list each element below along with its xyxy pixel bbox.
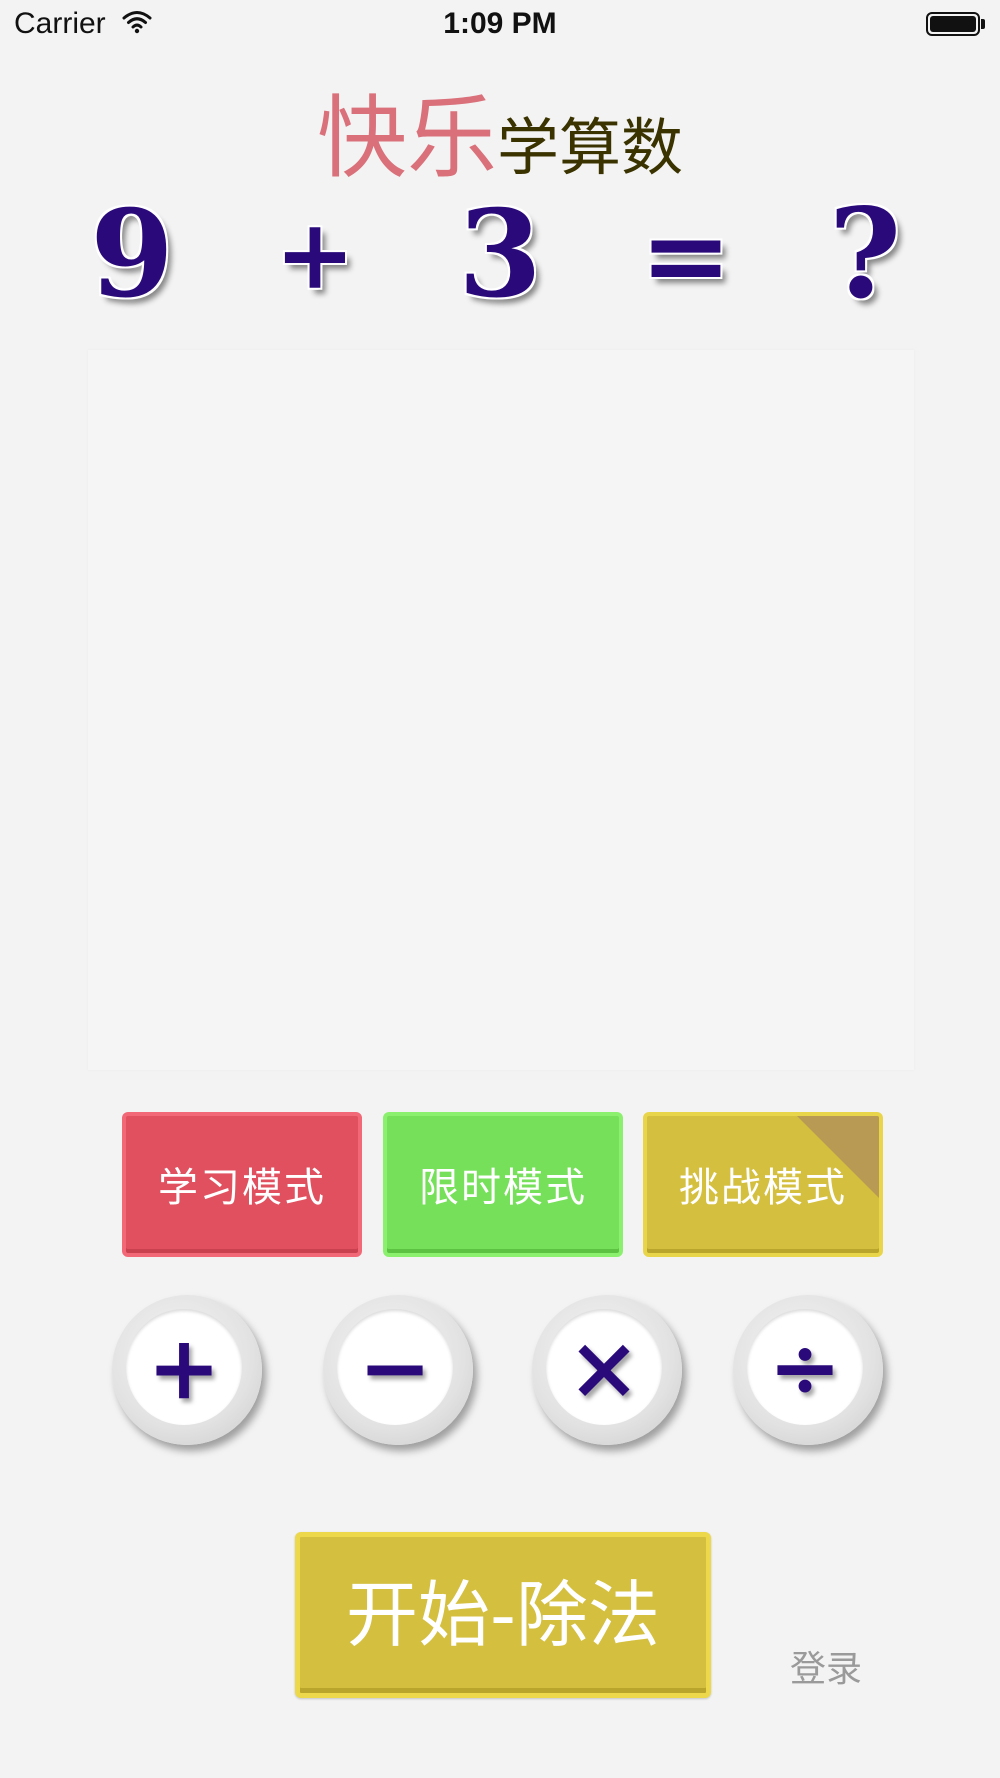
- add-operation-button[interactable]: +: [112, 1295, 262, 1445]
- clock: 1:09 PM: [443, 7, 557, 40]
- battery-icon: [926, 12, 980, 36]
- equation-operand2: 3: [458, 184, 542, 325]
- multiply-icon: ×: [546, 1309, 662, 1425]
- login-link[interactable]: 登录: [790, 1640, 862, 1692]
- challenge-mode-button[interactable]: 挑战模式: [643, 1112, 883, 1257]
- divide-icon: ÷: [747, 1309, 863, 1425]
- start-button-label: 开始-除法: [346, 1573, 660, 1657]
- title-part1: 快乐: [316, 86, 497, 191]
- start-button[interactable]: 开始-除法: [295, 1532, 711, 1698]
- equation-result: ?: [828, 182, 902, 327]
- app-title: 快乐学算数: [0, 65, 1000, 195]
- divide-operation-button[interactable]: ÷: [733, 1295, 883, 1445]
- status-bar: Carrier 1:09 PM: [0, 0, 1000, 50]
- equation-equals: =: [639, 190, 733, 319]
- battery-tip: [981, 19, 985, 29]
- timed-mode-label: 限时模式: [419, 1165, 587, 1211]
- minus-icon: −: [337, 1309, 453, 1425]
- multiply-operation-button[interactable]: ×: [532, 1295, 682, 1445]
- work-area: [88, 350, 914, 1070]
- subtract-operation-button[interactable]: −: [323, 1295, 473, 1445]
- plus-icon: +: [126, 1309, 242, 1425]
- page-curl-icon: [793, 1116, 879, 1202]
- equation-operand1: 9: [90, 184, 174, 325]
- equation-operator: +: [274, 198, 356, 311]
- learn-mode-label: 学习模式: [158, 1165, 326, 1211]
- learn-mode-button[interactable]: 学习模式: [122, 1112, 362, 1257]
- timed-mode-button[interactable]: 限时模式: [383, 1112, 623, 1257]
- title-part2: 学算数: [496, 111, 683, 184]
